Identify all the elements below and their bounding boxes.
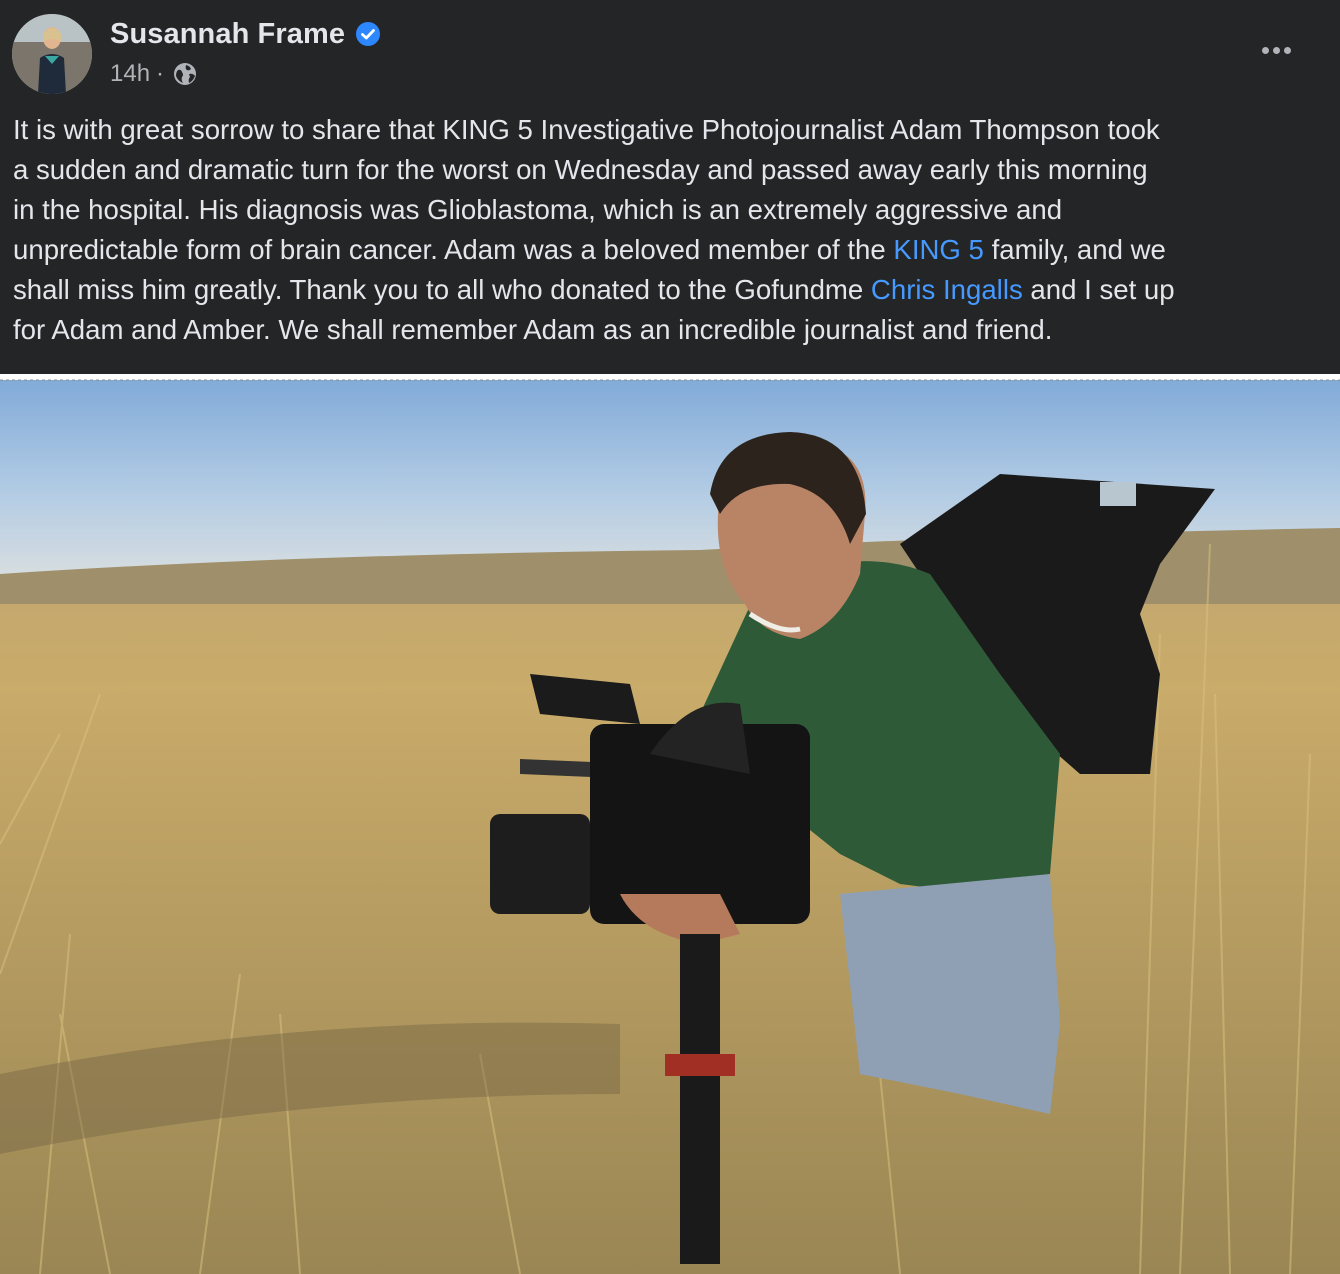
- mention-king5[interactable]: KING 5: [893, 234, 983, 265]
- post-text-line: It is with great sorrow to share that KI…: [13, 114, 1160, 145]
- more-dot: [1261, 46, 1269, 54]
- avatar[interactable]: [12, 14, 92, 94]
- more-options-icon[interactable]: [1248, 30, 1304, 70]
- post-timestamp[interactable]: 14h: [110, 58, 150, 90]
- facebook-post: Susannah Frame 14h · It is with great so…: [0, 0, 1340, 1274]
- author-name[interactable]: Susannah Frame: [110, 16, 345, 52]
- post-text-segment: family, and we: [983, 234, 1166, 265]
- post-text-line: in the hospital. His diagnosis was Gliob…: [13, 194, 1063, 225]
- post-text-line: a sudden and dramatic turn for the worst…: [13, 154, 1148, 185]
- meta-separator: ·: [156, 60, 165, 87]
- post-text-segment: and I set up: [1022, 274, 1175, 305]
- post-text-line: shall miss him greatly. Thank you to all…: [13, 270, 1328, 310]
- post-header: Susannah Frame 14h ·: [0, 0, 1340, 100]
- globe-icon[interactable]: [172, 61, 198, 87]
- post-text-segment: unpredictable form of brain cancer. Adam…: [13, 234, 894, 265]
- author-row: Susannah Frame: [110, 16, 381, 52]
- verified-badge-icon: [355, 21, 381, 47]
- post-meta: 14h ·: [110, 58, 198, 90]
- post-photo[interactable]: [0, 374, 1340, 1274]
- post-text-line: unpredictable form of brain cancer. Adam…: [13, 230, 1328, 270]
- mention-chris-ingalls[interactable]: Chris Ingalls: [871, 274, 1023, 305]
- post-text-line: for Adam and Amber. We shall remember Ad…: [13, 314, 1053, 345]
- post-text-segment: shall miss him greatly. Thank you to all…: [13, 274, 871, 305]
- more-dot: [1272, 46, 1280, 54]
- more-dot: [1283, 46, 1291, 54]
- post-body-text: It is with great sorrow to share that KI…: [13, 110, 1328, 350]
